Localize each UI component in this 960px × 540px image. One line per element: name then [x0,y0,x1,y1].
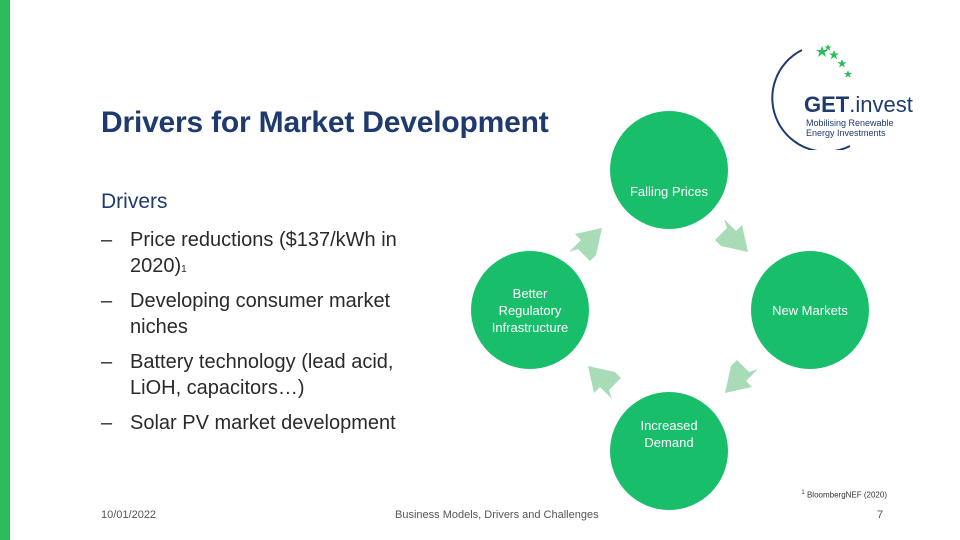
footnote-mark: 1 [801,490,805,496]
footer-title: Business Models, Drivers and Challenges [395,509,599,521]
cycle-node-label: Increased Demand [640,418,698,450]
cycle-node-falling-prices: Falling Prices [610,111,728,229]
get-invest-logo: GET.invest Mobilising Renewable Energy I… [762,42,942,153]
footnote: 1 BloombergNEF (2020) [801,490,887,500]
logo-tagline-1: Mobilising Renewable [806,118,894,128]
arrow-left-to-top [569,228,602,261]
cycle-node-better-regulatory-infrastructure: Better Regulatory Infrastructure [471,251,589,369]
logo-brand-main: GET [804,92,850,117]
arrow-right-to-bottom [725,360,758,393]
cycle-node-label: New Markets [772,302,848,318]
cycle-node-new-markets: New Markets [751,251,869,369]
cycle-node-increased-demand: Increased Demand [610,392,728,510]
arrow-bottom-to-left [588,366,621,399]
footnote-text: BloombergNEF (2020) [806,490,887,500]
page-number: 7 [877,509,884,521]
logo-tagline-2: Energy Investments [806,128,886,138]
footer-date: 10/01/2022 [101,509,157,521]
cycle-node-label: Better Regulatory Infrastructure [491,285,569,335]
cycle-node-label: Falling Prices [629,183,709,199]
arrow-top-to-right [715,219,748,252]
logo-brand-suffix: .invest [849,92,913,117]
